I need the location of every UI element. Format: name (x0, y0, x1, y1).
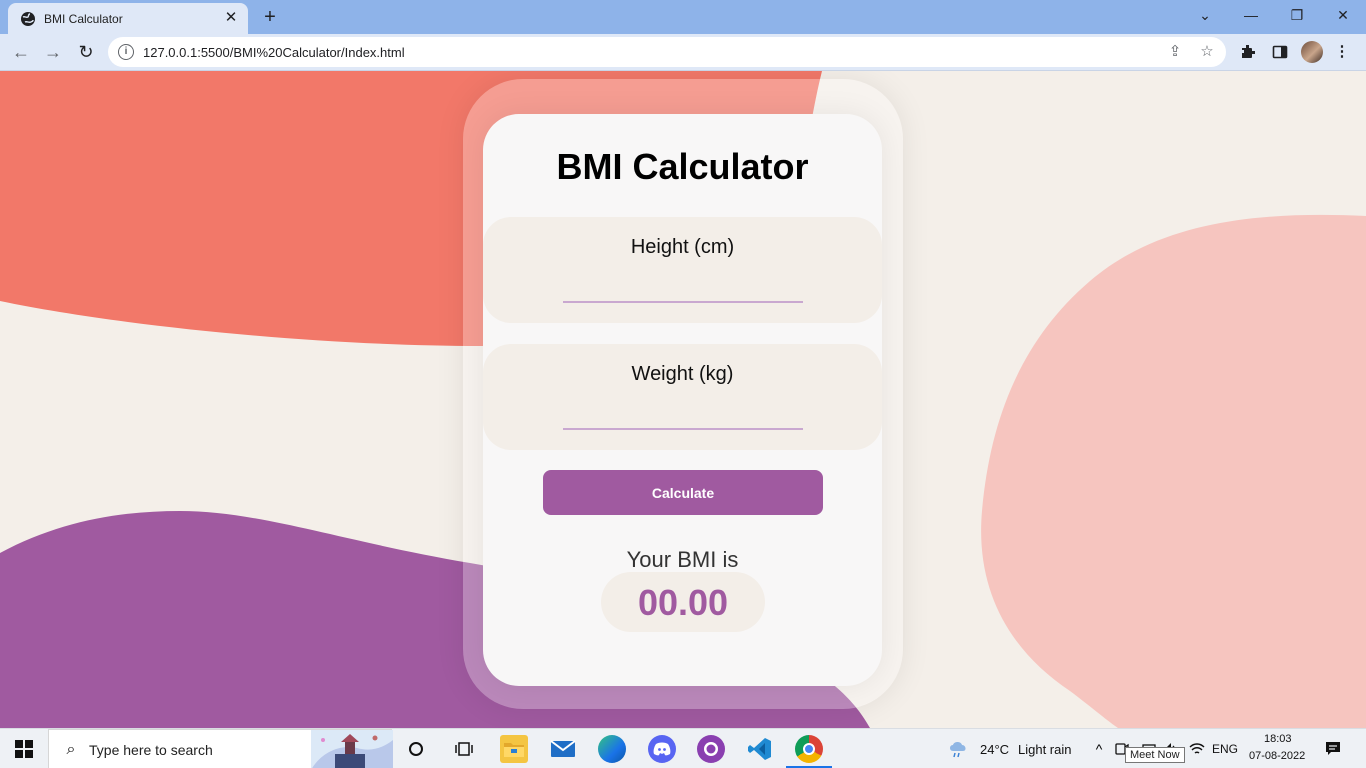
vscode-icon[interactable] (746, 735, 774, 763)
calculate-button[interactable]: Calculate (543, 470, 823, 515)
side-panel-icon[interactable] (1269, 41, 1291, 63)
search-highlight-illustration (311, 730, 393, 768)
mail-icon[interactable] (549, 735, 577, 763)
discord-icon[interactable] (648, 735, 676, 763)
address-bar[interactable]: i 127.0.0.1:5500/BMI%20Calculator/Index.… (108, 37, 1226, 67)
tab-close-icon[interactable]: ✕ (222, 9, 240, 27)
new-tab-button[interactable]: + (258, 6, 282, 28)
language-indicator[interactable]: ENG (1212, 742, 1238, 756)
share-icon[interactable]: ⇪ (1165, 42, 1185, 62)
address-url[interactable]: 127.0.0.1:5500/BMI%20Calculator/Index.ht… (143, 45, 405, 60)
meet-now-tooltip: Meet Now (1125, 747, 1185, 763)
search-placeholder: Type here to search (89, 742, 213, 758)
height-field-group: Height (cm) (483, 217, 882, 323)
height-label: Height (cm) (630, 236, 735, 258)
extensions-icon[interactable] (1237, 41, 1259, 63)
close-window-button[interactable]: ✕ (1320, 4, 1366, 26)
github-desktop-icon[interactable] (697, 735, 725, 763)
weather-description[interactable]: Light rain (1018, 742, 1071, 757)
reload-button[interactable]: ↻ (74, 40, 98, 64)
back-button[interactable]: ← (9, 40, 33, 64)
restore-button[interactable]: ❐ (1274, 4, 1320, 26)
webpage: BMI Calculator Height (cm) Weight (kg) C… (0, 71, 1366, 728)
search-icon: ⌕ (66, 741, 76, 758)
browser-tab[interactable]: BMI Calculator ✕ (8, 3, 248, 34)
windows-start-icon[interactable] (0, 729, 48, 768)
tab-title: BMI Calculator (44, 12, 123, 26)
bmi-result-value: 00.00 (637, 582, 729, 623)
show-hidden-icons-chevron-icon[interactable]: ^ (1089, 729, 1109, 768)
taskbar-search-box[interactable]: ⌕ Type here to search (48, 729, 393, 768)
chrome-icon[interactable] (795, 735, 823, 763)
browser-toolbar: ← → ↻ i 127.0.0.1:5500/BMI%20Calculator/… (0, 34, 1366, 71)
file-explorer-icon[interactable] (500, 735, 528, 763)
peach-blob (981, 214, 1366, 728)
bmi-calculator-card: BMI Calculator Height (cm) Weight (kg) C… (483, 114, 882, 686)
wifi-icon[interactable] (1188, 729, 1206, 768)
site-info-icon[interactable]: i (118, 44, 134, 60)
weight-field-group: Weight (kg) (483, 344, 882, 450)
edge-icon[interactable] (598, 735, 626, 763)
weather-temp[interactable]: 24°C (980, 742, 1009, 757)
profile-avatar[interactable] (1301, 41, 1323, 63)
result-badge: 00.00 (601, 572, 765, 632)
cortana-icon[interactable] (402, 729, 430, 768)
tab-search-icon[interactable]: ⌄ (1182, 4, 1228, 26)
minimize-button[interactable]: — (1228, 4, 1274, 26)
forward-button[interactable]: → (41, 40, 65, 64)
clock-time[interactable]: 18:03 (1264, 733, 1292, 745)
task-view-icon[interactable] (450, 729, 478, 768)
result-label: Your BMI is (626, 547, 739, 572)
notifications-icon[interactable] (1322, 729, 1344, 768)
weight-input[interactable] (563, 406, 803, 430)
weight-label: Weight (kg) (631, 363, 734, 385)
bookmark-star-icon[interactable]: ☆ (1197, 42, 1217, 62)
page-title: BMI Calculator (556, 146, 809, 187)
clock-date[interactable]: 07-08-2022 (1249, 750, 1305, 762)
weather-icon[interactable] (946, 729, 972, 768)
menu-kebab-icon[interactable]: ⋮ (1331, 41, 1353, 63)
height-input[interactable] (563, 279, 803, 303)
browser-tab-strip: BMI Calculator ✕ + ⌄ — ❐ ✕ (0, 0, 1366, 34)
globe-icon (21, 12, 35, 26)
